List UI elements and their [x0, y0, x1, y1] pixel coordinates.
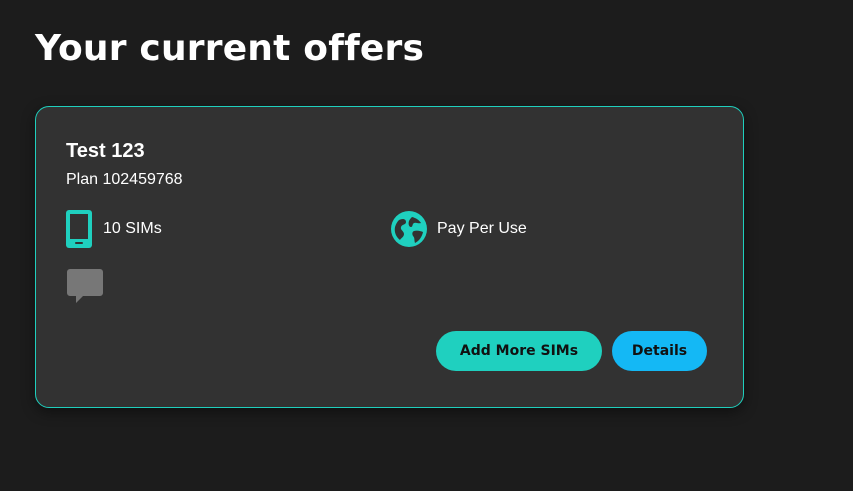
- page-title: Your current offers: [35, 28, 425, 69]
- billing-type: Pay Per Use: [437, 220, 527, 237]
- add-more-sims-button[interactable]: Add More SIMs: [436, 331, 602, 371]
- offer-card: Test 123 Plan 102459768 10 SIMs Pay Per …: [35, 106, 744, 408]
- sims-feature: 10 SIMs: [66, 210, 162, 248]
- offer-plan-number: Plan 102459768: [66, 171, 183, 188]
- billing-feature: Pay Per Use: [390, 210, 527, 248]
- sims-count: 10 SIMs: [103, 220, 162, 237]
- globe-icon: [390, 210, 428, 248]
- chat-bubble-icon: [66, 267, 104, 310]
- offer-name: Test 123: [66, 140, 145, 162]
- phone-icon: [66, 210, 92, 248]
- details-button[interactable]: Details: [612, 331, 707, 371]
